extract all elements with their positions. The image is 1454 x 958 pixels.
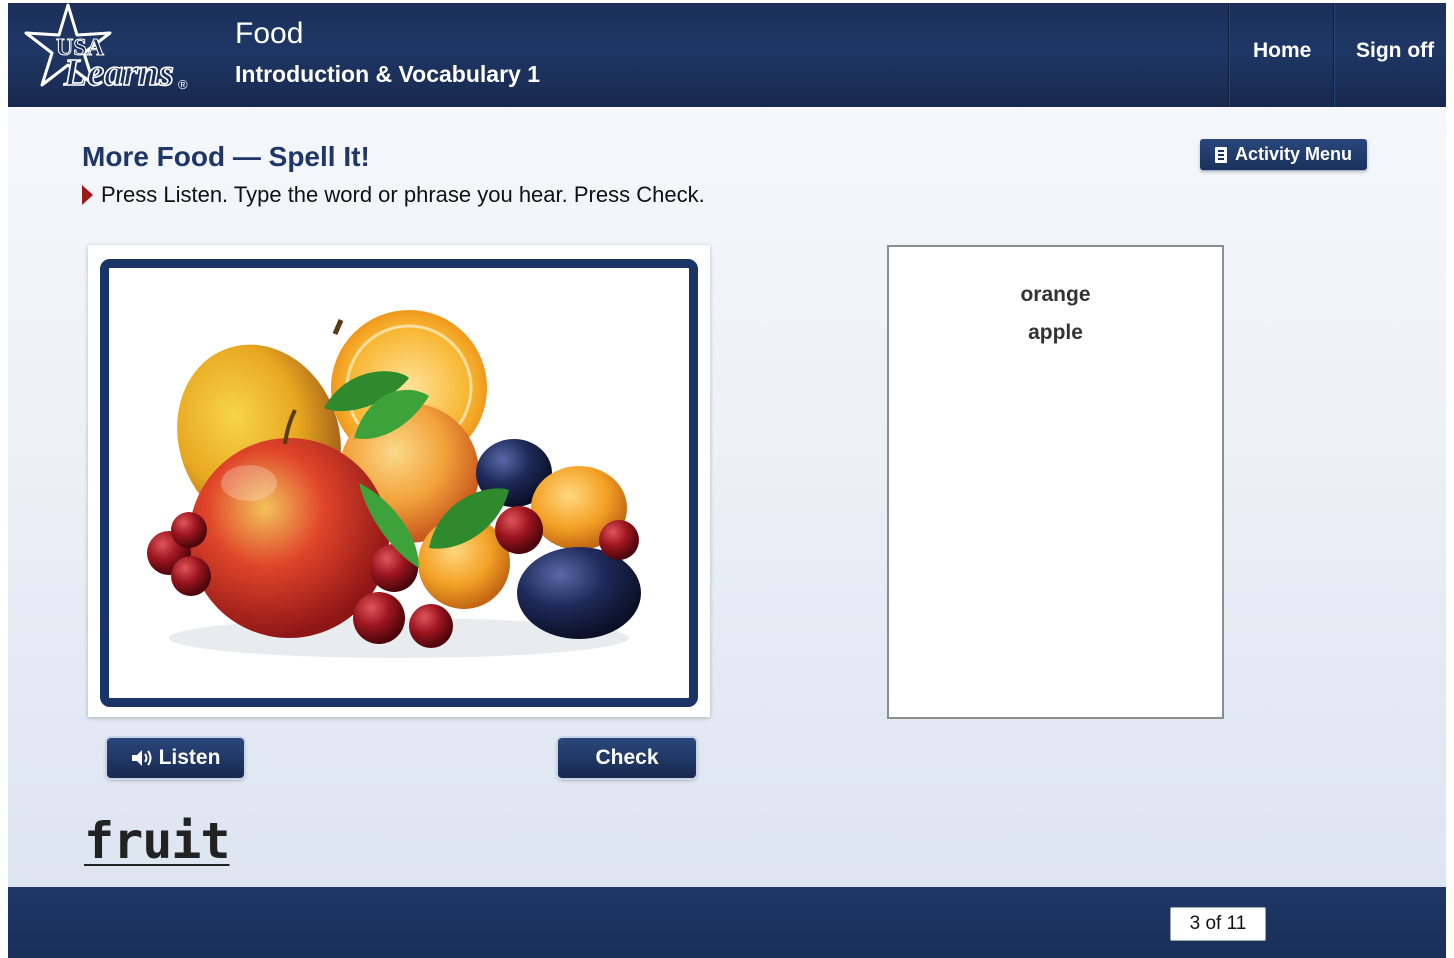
- fruit-illustration: [147, 310, 641, 658]
- instruction-line: Press Listen. Type the word or phrase yo…: [82, 182, 705, 208]
- word-list-item: apple: [1028, 321, 1083, 344]
- listen-label: Listen: [158, 746, 221, 769]
- fruit-image: [100, 259, 698, 707]
- footer-bar: 3 of 11: [8, 887, 1446, 958]
- svg-text:®: ®: [178, 77, 188, 92]
- listen-button[interactable]: Listen: [107, 738, 244, 778]
- activity-menu-button[interactable]: Activity Menu: [1200, 139, 1367, 170]
- nav-divider: [1228, 3, 1229, 107]
- check-label: Check: [595, 746, 659, 769]
- sign-off-link[interactable]: Sign off: [1356, 39, 1434, 63]
- svg-text:Learns: Learns: [63, 52, 174, 94]
- app-frame: USA Learns ® Food Introduction & Vocabul…: [8, 3, 1446, 958]
- nav-divider: [1333, 3, 1334, 107]
- book-icon: [1214, 146, 1227, 163]
- check-button[interactable]: Check: [558, 738, 696, 778]
- word-list-item: orange: [1020, 283, 1091, 306]
- activity-title: More Food — Spell It!: [82, 141, 370, 172]
- course-subtitle: Introduction & Vocabulary 1: [235, 61, 540, 87]
- instruction-text: Press Listen. Type the word or phrase yo…: [101, 182, 705, 207]
- header-bar: USA Learns ® Food Introduction & Vocabul…: [8, 3, 1446, 107]
- home-link[interactable]: Home: [1253, 39, 1311, 63]
- play-arrow-icon: [82, 185, 93, 205]
- course-title: Food: [235, 17, 304, 50]
- speaker-icon: [131, 750, 152, 766]
- image-card: [88, 245, 710, 717]
- answer-input[interactable]: [84, 811, 244, 871]
- progress-counter: 3 of 11: [1170, 907, 1266, 941]
- activity-menu-label: Activity Menu: [1234, 144, 1353, 164]
- word-list-panel: orange apple: [887, 245, 1224, 719]
- usa-learns-logo[interactable]: USA Learns ®: [22, 3, 192, 103]
